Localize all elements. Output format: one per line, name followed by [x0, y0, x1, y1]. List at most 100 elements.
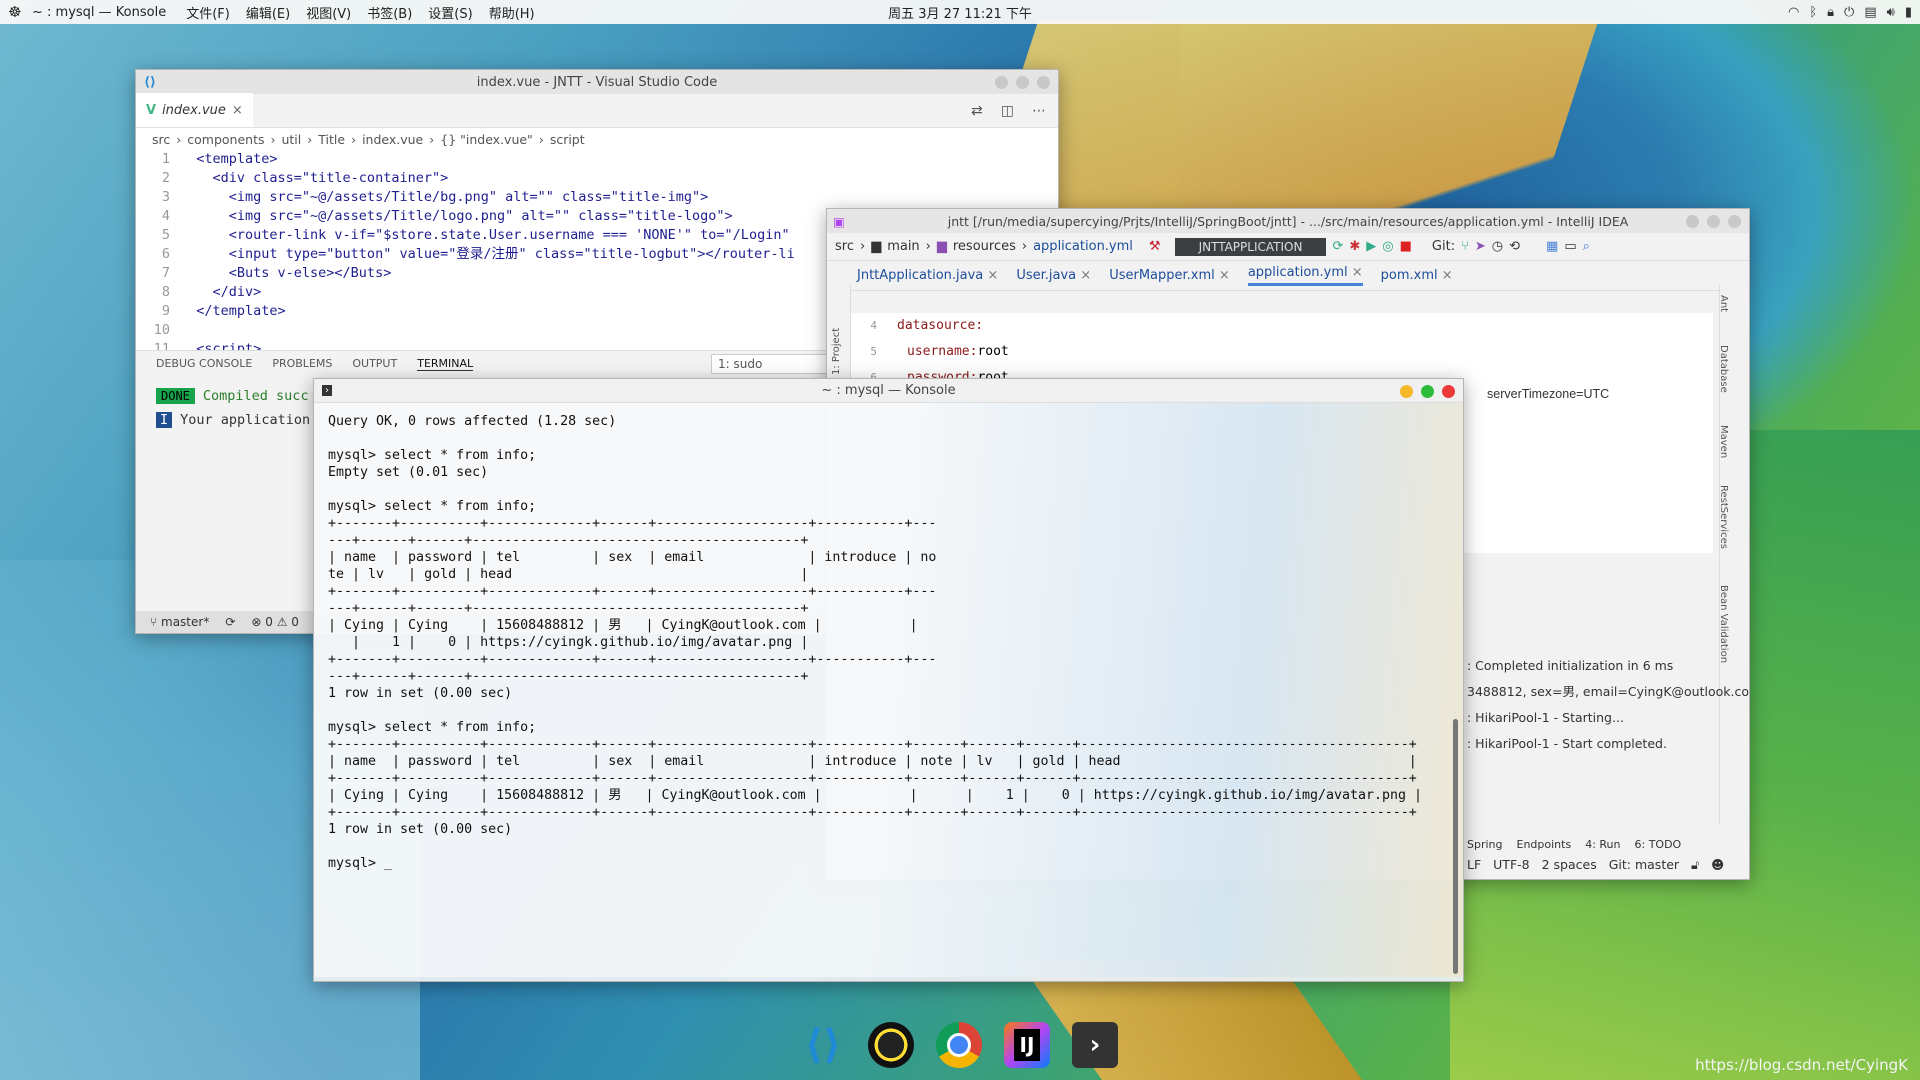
tool-restservices[interactable]: RestServices	[1718, 485, 1729, 549]
clock[interactable]: 周五 3月 27 11:21 下午	[888, 3, 1032, 22]
close-button[interactable]	[1037, 76, 1050, 89]
tab-jnttapplication[interactable]: JnttApplication.java ×	[857, 268, 998, 283]
close-tab-icon[interactable]: ×	[1080, 268, 1091, 283]
tab-run[interactable]: 4: Run	[1585, 838, 1620, 851]
maximize-button[interactable]	[1421, 385, 1434, 398]
qq-icon[interactable]	[868, 1022, 914, 1068]
run-configuration-select[interactable]: JNTTAPPLICATION	[1174, 237, 1327, 256]
encoding[interactable]: UTF-8	[1493, 857, 1529, 873]
bluetooth-icon[interactable]: ᛒ	[1809, 5, 1817, 20]
nav-item[interactable]: src	[835, 239, 854, 254]
volume-icon[interactable]: 🔊︎	[1887, 5, 1895, 20]
close-tab-icon[interactable]: ×	[1442, 268, 1453, 283]
stop-icon[interactable]: ■	[1400, 239, 1412, 254]
tab-usermapper-xml[interactable]: UserMapper.xml ×	[1109, 268, 1230, 283]
minimize-button[interactable]	[1686, 215, 1699, 228]
line-separator[interactable]: LF	[1467, 857, 1481, 873]
menu-help[interactable]: 帮助(H)	[489, 3, 535, 22]
tab-terminal[interactable]: TERMINAL	[417, 357, 474, 371]
tool-maven[interactable]: Maven	[1718, 425, 1729, 458]
tab-todo[interactable]: 6: TODO	[1635, 838, 1682, 851]
terminal-icon[interactable]: ›	[1072, 1022, 1118, 1068]
tool-bean-validation[interactable]: Bean Validation	[1718, 585, 1729, 663]
vscode-titlebar[interactable]: ⟨⟩ index.vue - JNTT - Visual Studio Code	[136, 70, 1058, 94]
rerun-icon[interactable]: ⟳	[1332, 239, 1343, 254]
debug-icon[interactable]: ✱	[1349, 239, 1360, 254]
git-branch-icon[interactable]: ⑂ master*	[150, 615, 209, 629]
profile-icon[interactable]: ◎	[1382, 239, 1393, 254]
git-update-icon[interactable]: ⑂	[1461, 239, 1469, 254]
maximize-button[interactable]	[1016, 76, 1029, 89]
maximize-button[interactable]	[1707, 215, 1720, 228]
clipboard-icon[interactable]: ▤	[1864, 5, 1876, 20]
close-button[interactable]	[1728, 215, 1741, 228]
wifi-icon[interactable]: ◠	[1788, 5, 1799, 20]
tab-user-java[interactable]: User.java ×	[1016, 268, 1091, 283]
lock-icon[interactable]: 🔓︎	[1691, 857, 1699, 873]
nav-item[interactable]: main	[887, 239, 919, 254]
power-icon[interactable]: ⏻	[1844, 5, 1854, 20]
revert-icon[interactable]: ⟲	[1509, 239, 1520, 254]
minimize-button[interactable]	[1400, 385, 1413, 398]
vscode-icon[interactable]: ⟨⟩	[800, 1022, 846, 1068]
konsole-titlebar[interactable]: › ~ : mysql — Konsole	[314, 379, 1463, 403]
tab-spring[interactable]: Spring	[1467, 838, 1503, 851]
menu-bookmarks[interactable]: 书签(B)	[367, 3, 412, 22]
git-push-icon[interactable]: ➤	[1475, 239, 1486, 254]
split-editor-icon[interactable]: ◫	[1001, 103, 1014, 119]
search-icon[interactable]: ⌕	[1583, 239, 1590, 254]
inspector-icon[interactable]: ☻	[1711, 857, 1724, 873]
tab-pom-xml[interactable]: pom.xml ×	[1381, 268, 1453, 283]
close-tab-icon[interactable]: ×	[1219, 268, 1230, 283]
minimize-button[interactable]	[995, 76, 1008, 89]
breadcrumb-item[interactable]: Title	[318, 132, 345, 147]
kde-logo-icon[interactable]: ☸	[4, 1, 26, 23]
terminal-select[interactable]: 1: sudo	[711, 354, 831, 374]
chrome-icon[interactable]	[936, 1022, 982, 1068]
tab-endpoints[interactable]: Endpoints	[1517, 838, 1572, 851]
breadcrumb-item[interactable]: script	[550, 132, 585, 147]
breadcrumb-item[interactable]: src	[152, 132, 170, 147]
sync-icon[interactable]: ⟳	[225, 615, 235, 629]
menu-view[interactable]: 视图(V)	[306, 3, 351, 22]
problems-count[interactable]: ⊗ 0 ⚠ 0	[251, 615, 299, 629]
tool-ant[interactable]: Ant	[1718, 295, 1729, 312]
intellij-titlebar[interactable]: ▣ jntt [/run/media/supercying/Prjts/Inte…	[827, 209, 1749, 233]
nav-item[interactable]: application.yml	[1033, 239, 1133, 254]
run-coverage-icon[interactable]: ▶	[1366, 239, 1376, 254]
close-tab-icon[interactable]: ×	[1352, 265, 1363, 280]
build-icon[interactable]: ⚒	[1149, 239, 1161, 254]
terminal-output[interactable]: Query OK, 0 rows affected (1.28 sec) mysq…	[314, 403, 1463, 977]
git-branch[interactable]: Git: master	[1609, 857, 1679, 873]
scrollbar[interactable]	[1453, 719, 1458, 974]
tab-debug-console[interactable]: DEBUG CONSOLE	[156, 357, 252, 370]
tool-database[interactable]: Database	[1718, 345, 1729, 393]
menu-settings[interactable]: 设置(S)	[428, 3, 472, 22]
menu-edit[interactable]: 编辑(E)	[246, 3, 290, 22]
breadcrumb-item[interactable]: util	[281, 132, 301, 147]
breadcrumb-item[interactable]: index.vue	[362, 132, 423, 147]
intellij-icon[interactable]: IJ	[1004, 1022, 1050, 1068]
tab-index-vue[interactable]: V index.vue ×	[136, 93, 253, 127]
terminal-icon[interactable]: ▭	[1564, 239, 1576, 254]
compare-changes-icon[interactable]: ⇄	[971, 103, 983, 119]
tab-output[interactable]: OUTPUT	[352, 357, 397, 370]
close-button[interactable]	[1442, 385, 1455, 398]
more-actions-icon[interactable]: ⋯	[1032, 103, 1046, 119]
indent[interactable]: 2 spaces	[1542, 857, 1597, 873]
tab-problems[interactable]: PROBLEMS	[272, 357, 332, 370]
chevron-right-icon: ›	[270, 131, 276, 147]
breadcrumb-item[interactable]: components	[187, 132, 264, 147]
menu-file[interactable]: 文件(F)	[186, 3, 230, 22]
nav-item[interactable]: resources	[953, 239, 1016, 254]
close-tab-icon[interactable]: ×	[987, 268, 998, 283]
breadcrumb-item[interactable]: {} "index.vue"	[440, 132, 533, 147]
code-text: <div class="title-container">	[180, 170, 449, 186]
lock-icon[interactable]: 🔒︎	[1827, 5, 1834, 20]
tab-application-yml[interactable]: application.yml ×	[1247, 265, 1363, 286]
history-icon[interactable]: ◷	[1492, 239, 1503, 254]
tool-project[interactable]: 1: Project	[831, 328, 842, 375]
close-tab-icon[interactable]: ×	[232, 103, 243, 118]
structure-icon[interactable]: ▦	[1546, 239, 1558, 254]
battery-icon[interactable]: ▮	[1905, 5, 1912, 20]
